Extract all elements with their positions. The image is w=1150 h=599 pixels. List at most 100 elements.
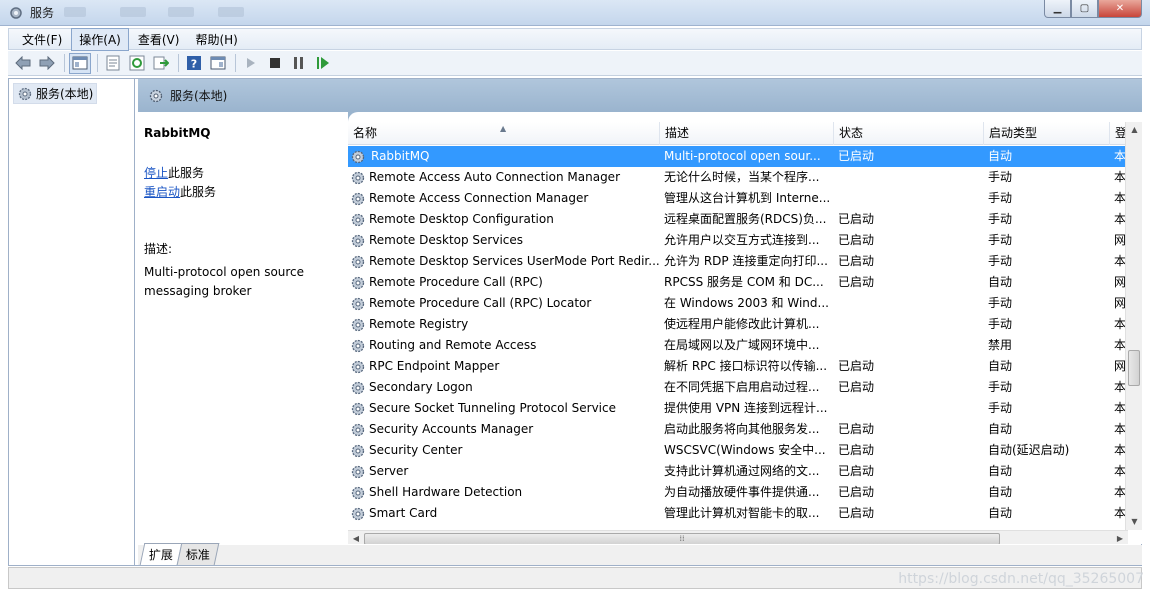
scroll-right-icon[interactable]: ▶ bbox=[1112, 531, 1128, 544]
close-button[interactable]: ✕ bbox=[1098, 0, 1142, 18]
scrollbar-thumb[interactable]: ⁞⁞ bbox=[364, 533, 1000, 544]
service-row[interactable]: RabbitMQ Multi-protocol open sour... 已启动 自动… bbox=[348, 146, 1128, 167]
back-button[interactable] bbox=[12, 53, 34, 74]
menu-help[interactable]: 帮助(H) bbox=[188, 29, 244, 50]
service-status-cell bbox=[834, 167, 984, 188]
tree-item-label: 服务(本地) bbox=[36, 87, 94, 101]
service-row[interactable]: Shell Hardware Detection 为自动播放硬件事件提供通... 已… bbox=[348, 482, 1128, 503]
stop-service-button[interactable] bbox=[264, 53, 286, 74]
help-button[interactable]: ? bbox=[183, 53, 205, 74]
service-gear-icon bbox=[351, 255, 365, 268]
maximize-button[interactable]: ▢ bbox=[1071, 0, 1098, 18]
vertical-scrollbar[interactable]: ▲ ▼ bbox=[1125, 122, 1142, 530]
show-hide-action-pane-button[interactable] bbox=[207, 53, 229, 74]
minimize-button[interactable]: ▁ bbox=[1044, 0, 1071, 18]
scroll-up-icon[interactable]: ▲ bbox=[1126, 122, 1142, 138]
service-row[interactable]: Remote Access Auto Connection Manager 无论什… bbox=[348, 167, 1128, 188]
service-row[interactable]: Secure Socket Tunneling Protocol Service… bbox=[348, 398, 1128, 419]
restart-service-button[interactable] bbox=[312, 53, 334, 74]
service-status-cell: 已启动 bbox=[838, 212, 875, 226]
stop-service-link[interactable]: 停止 bbox=[144, 166, 168, 180]
service-name-cell: Secondary Logon bbox=[348, 377, 660, 398]
service-status-cell: 已启动 bbox=[838, 464, 875, 478]
service-gear-icon bbox=[351, 507, 365, 520]
service-status-cell: 已启动 bbox=[838, 254, 875, 268]
service-description: Multi-protocol open source messaging bro… bbox=[144, 263, 342, 301]
start-service-button[interactable] bbox=[240, 53, 262, 74]
toolbar-separator bbox=[178, 54, 179, 72]
service-status-cell bbox=[834, 314, 984, 335]
window-title: 服务 bbox=[30, 6, 55, 20]
services-gear-icon bbox=[149, 89, 163, 102]
blurred-text bbox=[218, 7, 244, 17]
console-tree: 服务(本地) bbox=[9, 79, 135, 565]
refresh-button[interactable] bbox=[126, 53, 148, 74]
forward-button[interactable] bbox=[36, 53, 58, 74]
service-gear-icon bbox=[351, 381, 365, 394]
column-header-status[interactable]: 状态 bbox=[834, 122, 984, 145]
service-name-cell: Remote Registry bbox=[348, 314, 660, 335]
service-name-cell: Secure Socket Tunneling Protocol Service bbox=[348, 398, 660, 419]
properties-icon bbox=[106, 55, 120, 71]
service-name-cell: Security Accounts Manager bbox=[348, 419, 660, 440]
menu-action[interactable]: 操作(A) bbox=[71, 27, 129, 51]
service-row[interactable]: Security Center WSCSVC(Windows 安全中... 已启动 自… bbox=[348, 440, 1128, 461]
service-rows: RabbitMQ Multi-protocol open sour... 已启动 自动… bbox=[348, 146, 1128, 524]
service-row[interactable]: Remote Access Connection Manager 管理从这台计算机… bbox=[348, 188, 1128, 209]
title-bar: 服务 ▁ ▢ ✕ bbox=[0, 0, 1150, 26]
service-description-cell: RPCSS 服务是 COM 和 DC... bbox=[664, 275, 824, 289]
service-startup-type-cell: 自动(延迟启动) bbox=[988, 443, 1070, 457]
service-row[interactable]: Remote Procedure Call (RPC) RPCSS 服务是 COM… bbox=[348, 272, 1128, 293]
tab-standard[interactable]: 标准 bbox=[176, 543, 220, 565]
service-name-cell: Shell Hardware Detection bbox=[348, 482, 660, 503]
service-name-cell: Server bbox=[348, 461, 660, 482]
scroll-down-icon[interactable]: ▼ bbox=[1126, 514, 1142, 530]
scrollbar-thumb[interactable] bbox=[1128, 350, 1140, 386]
tab-extended[interactable]: 扩展 bbox=[139, 543, 183, 565]
export-list-button[interactable] bbox=[150, 53, 172, 74]
service-status-cell: 已启动 bbox=[838, 233, 875, 247]
column-header-name[interactable]: ▲ 名称 bbox=[348, 122, 660, 145]
service-row[interactable]: Secondary Logon 在不同凭据下启用启动过程... 已启动 手动本 bbox=[348, 377, 1128, 398]
service-name: Secondary Logon bbox=[369, 380, 473, 394]
service-row[interactable]: Remote Procedure Call (RPC) Locator 在 Win… bbox=[348, 293, 1128, 314]
service-row[interactable]: Server 支持此计算机通过网络的文... 已启动 自动本 bbox=[348, 461, 1128, 482]
restart-service-action: 重启动此服务 bbox=[144, 183, 342, 202]
service-row[interactable]: Routing and Remote Access 在局域网以及广域网环境中...… bbox=[348, 335, 1128, 356]
pause-service-button[interactable] bbox=[288, 53, 310, 74]
column-header-description[interactable]: 描述 bbox=[660, 122, 834, 145]
view-tabs: 扩展 标准 bbox=[138, 543, 1142, 565]
service-name-cell: Remote Desktop Configuration bbox=[348, 209, 660, 230]
menu-file[interactable]: 文件(F) bbox=[15, 29, 69, 50]
services-list: ▲ 名称 描述 状态 启动类型 登 RabbitMQ Multi-protocol… bbox=[348, 112, 1142, 544]
properties-button[interactable] bbox=[102, 53, 124, 74]
menu-view[interactable]: 查看(V) bbox=[131, 29, 187, 50]
service-row[interactable]: Remote Desktop Services UserMode Port Re… bbox=[348, 251, 1128, 272]
service-startup-type-cell: 手动 bbox=[988, 191, 1013, 205]
horizontal-scrollbar[interactable]: ◀ ⁞⁞ ▶ bbox=[348, 530, 1128, 544]
column-header-label: 状态 bbox=[839, 126, 864, 140]
service-name: Security Center bbox=[369, 443, 463, 457]
service-name: Routing and Remote Access bbox=[369, 338, 537, 352]
service-row[interactable]: Remote Desktop Services 允许用户以交互方式连接到... 已启… bbox=[348, 230, 1128, 251]
service-row[interactable]: Smart Card 管理此计算机对智能卡的取... 已启动 自动本 bbox=[348, 503, 1128, 524]
service-name: RabbitMQ bbox=[371, 149, 430, 163]
service-startup-type-cell: 自动 bbox=[988, 485, 1013, 499]
service-row[interactable]: Remote Registry 使远程用户能修改此计算机... 手动本 bbox=[348, 314, 1128, 335]
service-status-cell: 已启动 bbox=[838, 380, 875, 394]
scroll-left-icon[interactable]: ◀ bbox=[348, 531, 364, 544]
service-row[interactable]: RPC Endpoint Mapper 解析 RPC 接口标识符以传输... 已启动… bbox=[348, 356, 1128, 377]
service-name-cell: Remote Access Auto Connection Manager bbox=[348, 167, 660, 188]
service-startup-type-cell: 自动 bbox=[988, 464, 1013, 478]
service-status-cell: 已启动 bbox=[838, 149, 875, 163]
service-row[interactable]: Remote Desktop Configuration 远程桌面配置服务(RDC… bbox=[348, 209, 1128, 230]
column-header-startup-type[interactable]: 启动类型 bbox=[984, 122, 1110, 145]
service-row[interactable]: Security Accounts Manager 启动此服务将向其他服务发...… bbox=[348, 419, 1128, 440]
service-description-cell: Multi-protocol open sour... bbox=[664, 149, 821, 163]
show-console-tree-button[interactable] bbox=[69, 52, 91, 74]
tree-item-services-local[interactable]: 服务(本地) bbox=[13, 83, 98, 104]
toolbar-separator bbox=[97, 54, 98, 72]
restart-service-link[interactable]: 重启动 bbox=[144, 185, 180, 199]
service-description-cell: 支持此计算机通过网络的文... bbox=[664, 464, 820, 478]
service-startup-type-cell: 手动 bbox=[988, 317, 1013, 331]
